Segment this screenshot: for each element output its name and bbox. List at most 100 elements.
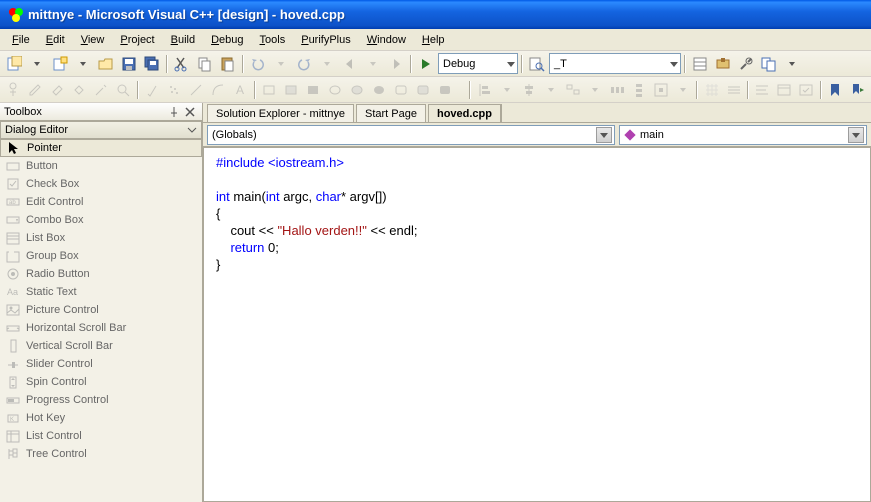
dropdown-arrow-icon[interactable] xyxy=(270,53,292,75)
dropdown-arrow-icon[interactable] xyxy=(72,53,94,75)
menu-view[interactable]: View xyxy=(73,32,113,48)
dropdown-arrow-icon[interactable] xyxy=(26,53,48,75)
toolbox-item-list-control[interactable]: List Control xyxy=(0,427,202,445)
dialog-editor-group-header[interactable]: Dialog Editor xyxy=(0,121,202,139)
start-debug-button[interactable] xyxy=(415,53,437,75)
same-size-icon[interactable] xyxy=(562,79,583,101)
tab-order-icon[interactable] xyxy=(752,79,773,101)
rect-fill-icon[interactable] xyxy=(281,79,302,101)
center-in-dialog-icon[interactable] xyxy=(650,79,671,101)
tools-button[interactable] xyxy=(735,53,757,75)
rect-outline-icon[interactable] xyxy=(259,79,280,101)
save-all-button[interactable] xyxy=(141,53,163,75)
fill-icon[interactable] xyxy=(69,79,90,101)
toolbox-button[interactable] xyxy=(712,53,734,75)
roundrect-fill-icon[interactable] xyxy=(412,79,433,101)
code-editor[interactable]: #include <iostream.h> int main(int argc,… xyxy=(203,147,871,502)
toolbox-item-horizontal-scroll-bar[interactable]: Horizontal Scroll Bar xyxy=(0,319,202,337)
tab-solution-explorer-mittnye[interactable]: Solution Explorer - mittnye xyxy=(207,104,354,122)
menu-file[interactable]: File xyxy=(4,32,38,48)
toolbox-item-hot-key[interactable]: KHot Key xyxy=(0,409,202,427)
spray-icon[interactable] xyxy=(164,79,185,101)
grid-icon[interactable] xyxy=(701,79,722,101)
dropdown-arrow-icon[interactable] xyxy=(316,53,338,75)
line-icon[interactable] xyxy=(186,79,207,101)
nav-forward-button[interactable] xyxy=(385,53,407,75)
menu-help[interactable]: Help xyxy=(414,32,453,48)
ellipse-fill-icon[interactable] xyxy=(347,79,368,101)
close-button[interactable] xyxy=(182,105,198,119)
toolbox-item-combo-box[interactable]: Combo Box xyxy=(0,211,202,229)
eyedropper-icon[interactable] xyxy=(91,79,112,101)
ellipse-solid-icon[interactable] xyxy=(369,79,390,101)
menu-tools[interactable]: Tools xyxy=(252,32,294,48)
tab-start-page[interactable]: Start Page xyxy=(356,104,426,122)
toolbox-item-picture-control[interactable]: Picture Control xyxy=(0,301,202,319)
curve-icon[interactable] xyxy=(208,79,229,101)
toolbox-item-pointer[interactable]: Pointer xyxy=(0,139,202,157)
menu-debug[interactable]: Debug xyxy=(203,32,251,48)
toolbox-item-button[interactable]: Button xyxy=(0,157,202,175)
menu-edit[interactable]: Edit xyxy=(38,32,73,48)
zoom-icon[interactable] xyxy=(113,79,134,101)
menu-project[interactable]: Project xyxy=(112,32,162,48)
undo-button[interactable] xyxy=(247,53,269,75)
toolbox-item-radio-button[interactable]: Radio Button xyxy=(0,265,202,283)
solution-config-dropdown[interactable]: Debug xyxy=(438,53,518,74)
dropdown-arrow-icon[interactable] xyxy=(781,53,803,75)
add-item-button[interactable] xyxy=(49,53,71,75)
dropdown-arrow-icon[interactable] xyxy=(362,53,384,75)
roundrect-icon[interactable] xyxy=(390,79,411,101)
dropdown-arrow-icon[interactable] xyxy=(540,79,561,101)
redo-button[interactable] xyxy=(293,53,315,75)
paste-button[interactable] xyxy=(217,53,239,75)
toolbox-item-spin-control[interactable]: Spin Control xyxy=(0,373,202,391)
guides-icon[interactable] xyxy=(723,79,744,101)
copy-button[interactable] xyxy=(194,53,216,75)
menu-build[interactable]: Build xyxy=(163,32,203,48)
toolbox-item-slider-control[interactable]: Slider Control xyxy=(0,355,202,373)
menu-purifyplus[interactable]: PurifyPlus xyxy=(293,32,359,48)
toolbox-item-edit-control[interactable]: abEdit Control xyxy=(0,193,202,211)
toolbox-item-check-box[interactable]: Check Box xyxy=(0,175,202,193)
toolbox-item-static-text[interactable]: AaStatic Text xyxy=(0,283,202,301)
bookmark-button[interactable] xyxy=(825,79,846,101)
bookmark-next-button[interactable] xyxy=(847,79,868,101)
nav-back-button[interactable] xyxy=(339,53,361,75)
save-button[interactable] xyxy=(118,53,140,75)
scope-combo[interactable]: (Globals) xyxy=(207,125,615,145)
dropdown-arrow-icon[interactable] xyxy=(672,79,693,101)
check-mnemonics-icon[interactable] xyxy=(796,79,817,101)
center-h-icon[interactable] xyxy=(518,79,539,101)
brush-icon[interactable] xyxy=(142,79,163,101)
properties-button[interactable] xyxy=(689,53,711,75)
open-button[interactable] xyxy=(95,53,117,75)
toolbox-item-tree-control[interactable]: Tree Control xyxy=(0,445,202,463)
ellipse-outline-icon[interactable] xyxy=(325,79,346,101)
find-input[interactable]: _T xyxy=(549,53,681,74)
menu-window[interactable]: Window xyxy=(359,32,414,48)
dropdown-arrow-icon[interactable] xyxy=(584,79,605,101)
toolbox-item-group-box[interactable]: Group Box xyxy=(0,247,202,265)
dropdown-arrow-icon[interactable] xyxy=(496,79,517,101)
test-dialog-icon[interactable] xyxy=(774,79,795,101)
align-left-icon[interactable] xyxy=(474,79,495,101)
toolbox-item-vertical-scroll-bar[interactable]: Vertical Scroll Bar xyxy=(0,337,202,355)
toolbox-item-list-box[interactable]: List Box xyxy=(0,229,202,247)
space-v-icon[interactable] xyxy=(628,79,649,101)
rect-solid-icon[interactable] xyxy=(303,79,324,101)
tool-button[interactable] xyxy=(3,79,24,101)
roundrect-solid-icon[interactable] xyxy=(434,79,455,101)
window-button[interactable] xyxy=(758,53,780,75)
pin-button[interactable] xyxy=(166,105,182,119)
toolbox-item-progress-control[interactable]: Progress Control xyxy=(0,391,202,409)
find-in-files-button[interactable] xyxy=(526,53,548,75)
tab-hoved-cpp[interactable]: hoved.cpp xyxy=(428,104,502,122)
cut-button[interactable] xyxy=(171,53,193,75)
text-icon[interactable]: A xyxy=(230,79,251,101)
pencil-icon[interactable] xyxy=(25,79,46,101)
eraser-icon[interactable] xyxy=(47,79,68,101)
space-h-icon[interactable] xyxy=(606,79,627,101)
new-project-button[interactable] xyxy=(3,53,25,75)
member-combo[interactable]: main xyxy=(619,125,867,145)
